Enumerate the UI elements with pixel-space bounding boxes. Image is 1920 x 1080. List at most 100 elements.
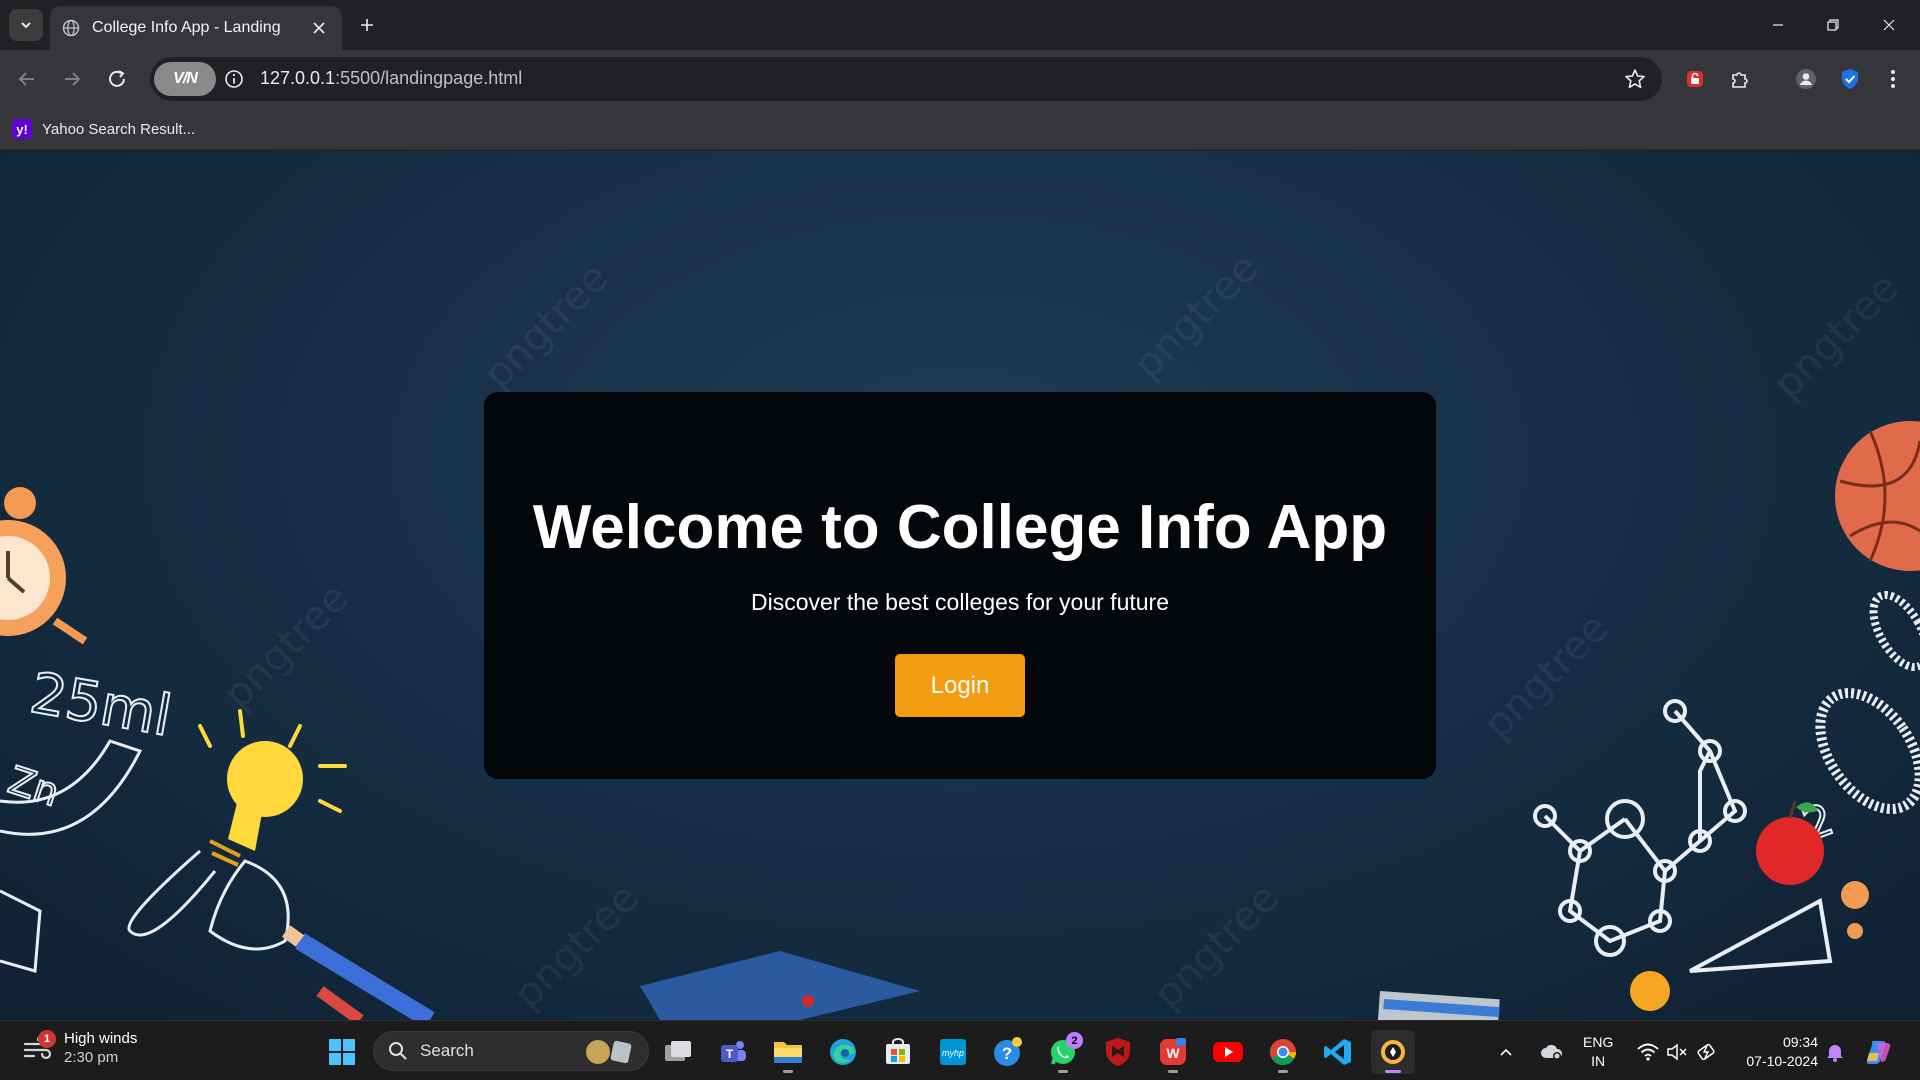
page-title: Welcome to College Info App <box>532 493 1388 562</box>
svg-text:pngtree: pngtree <box>1765 265 1908 408</box>
bell-icon <box>1827 1045 1843 1062</box>
svg-text:pngtree: pngtree <box>215 575 358 718</box>
reload-button[interactable] <box>100 62 134 96</box>
battery-charging-icon <box>1697 1043 1715 1061</box>
page-subtitle: Discover the best colleges for your futu… <box>750 589 1170 615</box>
system-clock[interactable]: 09:34 07-10-2024 <box>1738 1033 1818 1071</box>
taskbar-search[interactable]: Search <box>373 1031 649 1071</box>
help-icon: ? <box>994 1037 1022 1066</box>
welcome-card: Welcome to College Info App Discover the… <box>484 392 1436 779</box>
teams-button[interactable]: T <box>711 1030 755 1074</box>
minimize-icon <box>1773 24 1783 26</box>
page-viewport: 25ml Zn 2 pngtree pngtree pngtree pngtre… <box>0 151 1920 1020</box>
task-view-button[interactable] <box>656 1030 700 1074</box>
address-bar[interactable]: V/N 127.0.0.1:5500/landingpage.html <box>150 57 1662 101</box>
weather-time: 2:30 pm <box>64 1049 119 1066</box>
volume-tray-button[interactable] <box>1660 1030 1694 1074</box>
chevron-down-icon <box>21 22 31 29</box>
wps-office-button[interactable]: W <box>1151 1030 1195 1074</box>
windows-logo-icon <box>329 1039 355 1065</box>
svg-text:?: ? <box>1002 1044 1012 1063</box>
vscode-button[interactable] <box>1316 1030 1360 1074</box>
shield-check-icon[interactable] <box>1833 62 1867 96</box>
myhp-icon: myhp <box>940 1039 966 1065</box>
language-code: ENG <box>1583 1034 1614 1050</box>
forward-button[interactable] <box>55 62 89 96</box>
whatsapp-button[interactable]: 2 <box>1041 1030 1085 1074</box>
windows-taskbar: 1 High winds 2:30 pm Search T myhp ? 2 W… <box>0 1020 1920 1080</box>
svg-text:pngtree: pngtree <box>1125 245 1268 388</box>
url-text[interactable]: 127.0.0.1:5500/landingpage.html <box>260 68 522 89</box>
close-icon <box>1883 19 1895 31</box>
file-explorer-button[interactable] <box>766 1030 810 1074</box>
store-button[interactable] <box>876 1030 920 1074</box>
wind-icon: 1 <box>22 1030 56 1064</box>
restore-icon <box>1827 19 1839 31</box>
back-button[interactable] <box>10 62 44 96</box>
weather-title: High winds <box>64 1030 138 1047</box>
folder-icon <box>774 1042 802 1063</box>
restore-button[interactable] <box>1810 8 1856 42</box>
wifi-icon <box>1637 1043 1659 1061</box>
clock-date: 07-10-2024 <box>1746 1053 1818 1069</box>
speaker-muted-icon <box>1667 1043 1687 1061</box>
wps-icon: W <box>1160 1038 1186 1065</box>
search-label: Search <box>420 1041 474 1060</box>
bookmark-star-icon[interactable] <box>1622 66 1648 92</box>
bookmark-item[interactable]: y! Yahoo Search Result... <box>12 116 195 142</box>
chalk-text-zn: Zn <box>3 758 64 815</box>
new-tab-button[interactable] <box>352 10 382 40</box>
globe-icon <box>62 19 80 37</box>
chrome-button[interactable] <box>1261 1030 1305 1074</box>
vpn-app-button[interactable] <box>1371 1030 1415 1074</box>
teams-icon: T <box>721 1041 746 1062</box>
bookmark-label: Yahoo Search Result... <box>42 120 196 138</box>
url-path: :5500/landingpage.html <box>335 68 523 88</box>
onedrive-tray-button[interactable] <box>1535 1030 1569 1074</box>
svg-text:pngtree: pngtree <box>1145 875 1288 1018</box>
battery-tray-button[interactable] <box>1690 1030 1724 1074</box>
language-region: IN <box>1591 1053 1606 1069</box>
bookmarks-bar: y! Yahoo Search Result... <box>0 108 1920 150</box>
copilot-button[interactable] <box>1858 1030 1898 1074</box>
svg-text:myhp: myhp <box>942 1048 964 1058</box>
minimize-button[interactable] <box>1755 8 1801 42</box>
browser-tab-active[interactable]: College Info App - Landing <box>50 6 342 50</box>
search-icon <box>389 1042 407 1060</box>
cloud-icon <box>1541 1044 1563 1060</box>
weather-alert-badge: 1 <box>38 1030 56 1048</box>
vpn-badge[interactable]: V/N <box>154 62 216 96</box>
language-indicator[interactable]: ENG IN <box>1583 1033 1613 1071</box>
login-button[interactable]: Login <box>895 654 1025 717</box>
start-button[interactable] <box>320 1030 364 1074</box>
edge-icon <box>830 1039 856 1065</box>
edge-button[interactable] <box>821 1030 865 1074</box>
mcafee-shield-icon <box>1106 1038 1130 1066</box>
mcafee-button[interactable] <box>1096 1030 1140 1074</box>
tab-search-button[interactable] <box>9 9 43 41</box>
close-tab-icon[interactable] <box>308 17 330 39</box>
vpn-app-icon <box>1381 1040 1405 1064</box>
chevron-up-icon <box>1500 1048 1512 1056</box>
svg-text:pngtree: pngtree <box>505 875 648 1018</box>
running-indicator <box>1385 1070 1401 1073</box>
extension-security-icon[interactable] <box>1678 62 1712 96</box>
notifications-button[interactable] <box>1820 1030 1850 1074</box>
yahoo-icon: y! <box>12 119 32 139</box>
more-menu-icon[interactable] <box>1876 62 1910 96</box>
myhp-button[interactable]: myhp <box>931 1030 975 1074</box>
task-view-icon <box>665 1041 691 1061</box>
youtube-button[interactable] <box>1206 1030 1250 1074</box>
site-info-icon[interactable] <box>222 67 246 91</box>
help-button[interactable]: ? <box>986 1030 1030 1074</box>
weather-widget[interactable]: 1 High winds 2:30 pm <box>22 1029 137 1067</box>
url-host: 127.0.0.1 <box>260 68 336 88</box>
close-window-button[interactable] <box>1866 8 1912 42</box>
show-hidden-icons-button[interactable] <box>1490 1030 1522 1074</box>
profile-avatar-icon[interactable] <box>1789 62 1823 96</box>
browser-toolbar: V/N 127.0.0.1:5500/landingpage.html <box>0 50 1920 108</box>
arrow-left-icon <box>18 72 34 86</box>
store-icon <box>886 1038 910 1064</box>
plus-icon <box>361 19 373 31</box>
extensions-puzzle-icon[interactable] <box>1723 62 1757 96</box>
